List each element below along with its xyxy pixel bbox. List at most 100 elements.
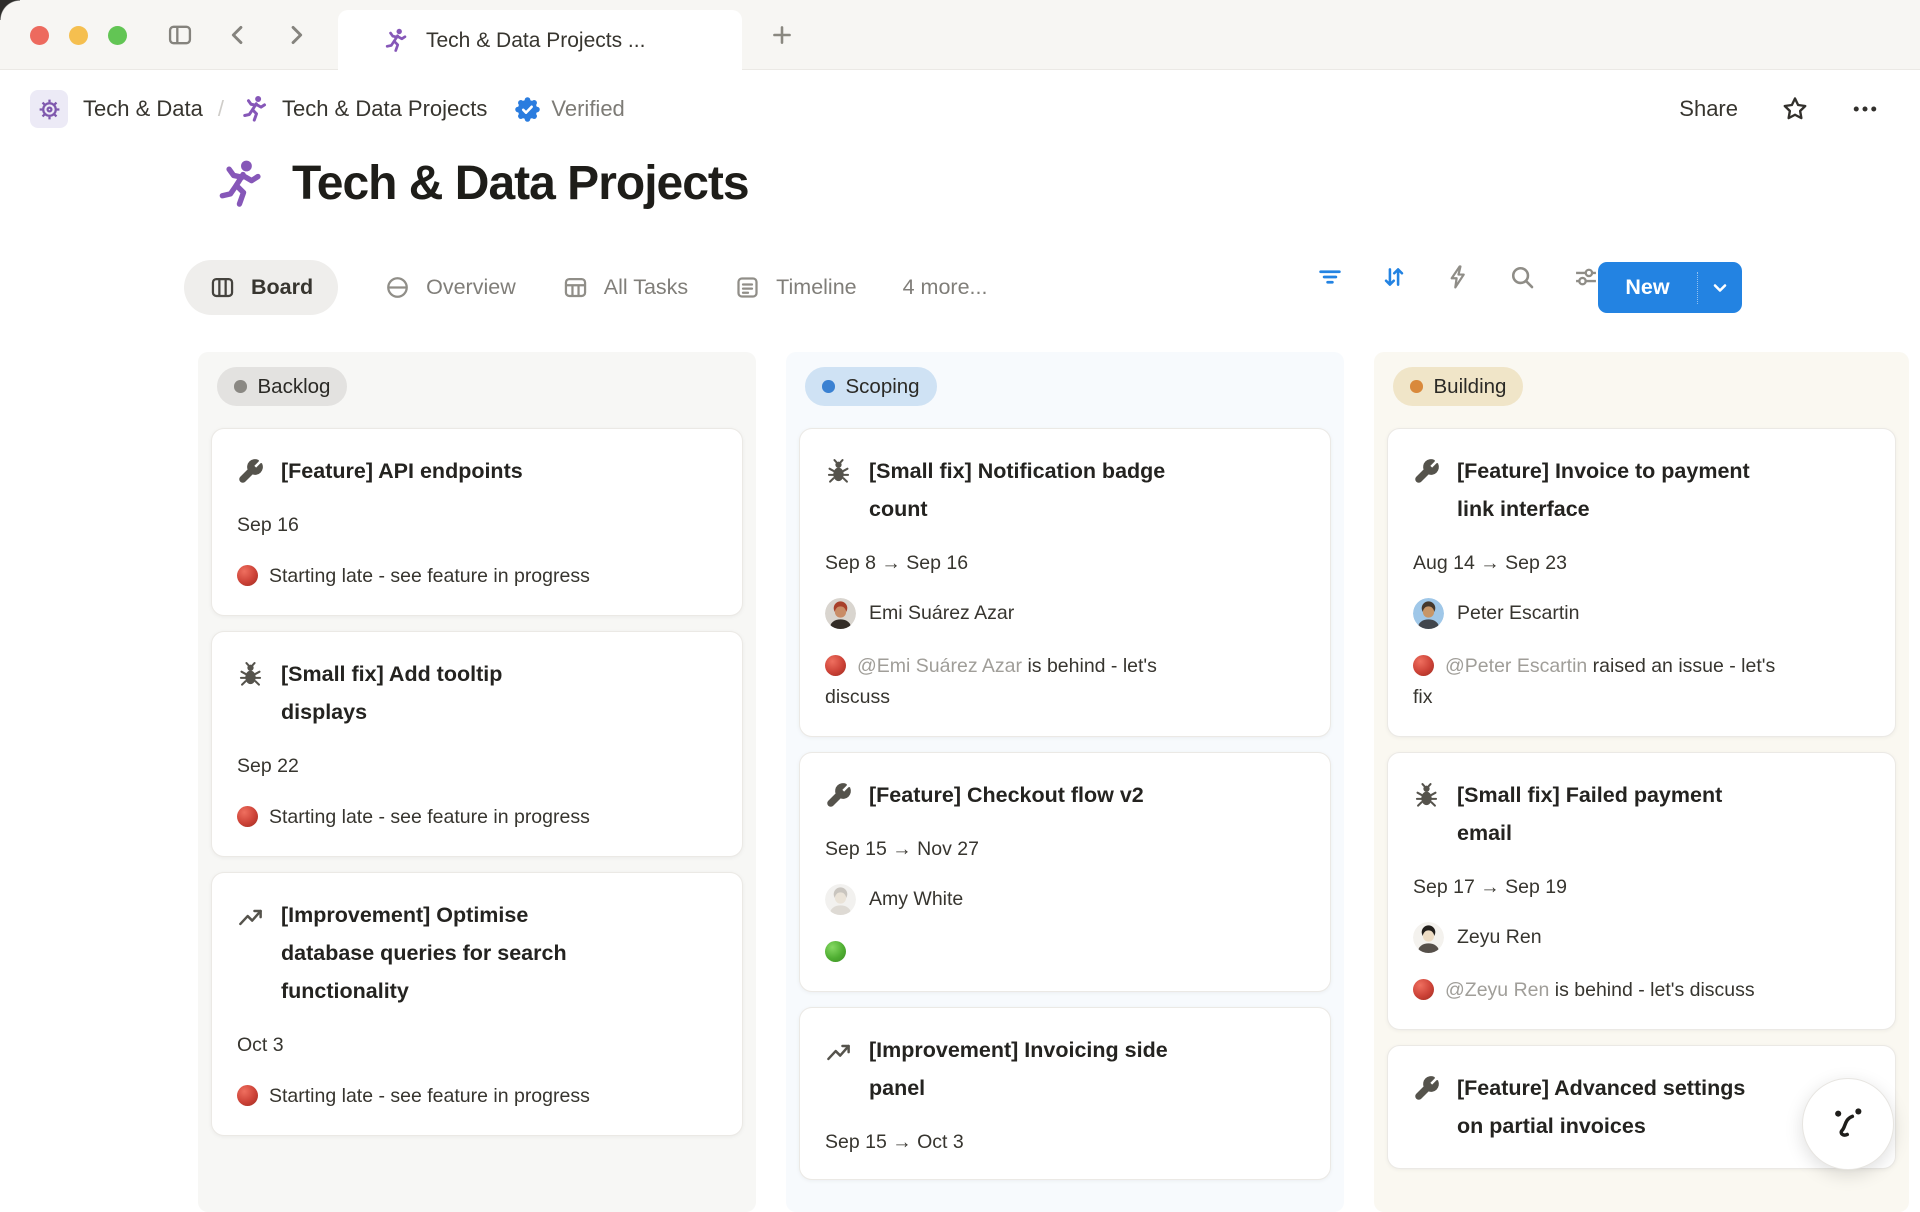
board-card[interactable]: [Small fix] Add tooltip displaysSep 22St… (211, 631, 743, 857)
share-button[interactable]: Share (1679, 96, 1738, 122)
tab-title: Tech & Data Projects ... (426, 29, 645, 53)
tab-board[interactable]: Board (184, 260, 338, 315)
status-mention[interactable]: @Zeyu Ren (1445, 979, 1549, 1001)
view-tabs: Board Overview All Tasks Timeline 4 more… (184, 256, 987, 318)
assignee-name: Emi Suárez Azar (869, 602, 1014, 625)
new-dropdown-button[interactable] (1698, 276, 1742, 300)
table-icon (562, 274, 589, 301)
card-dates: Sep 16 (237, 512, 717, 539)
avatar (1413, 598, 1444, 629)
new-button[interactable]: New (1598, 262, 1742, 313)
card-status: Starting late - see feature in progress (237, 1081, 717, 1112)
board-card[interactable]: [Improvement] Invoicing side panelSep 15… (799, 1007, 1331, 1180)
filter-icon[interactable] (1316, 263, 1344, 291)
page-header: Tech & Data Projects (212, 156, 749, 211)
tab-overview[interactable]: Overview (384, 274, 516, 301)
breadcrumb-page[interactable]: Tech & Data Projects (282, 96, 487, 122)
card-dates: Oct 3 (237, 1032, 717, 1059)
ai-face-icon (1824, 1100, 1872, 1148)
card-assignee: Emi Suárez Azar (825, 598, 1305, 629)
gear-icon (36, 96, 63, 123)
new-button-label: New (1598, 275, 1697, 300)
breadcrumb-workspace[interactable]: Tech & Data (83, 96, 203, 122)
status-text: Starting late - see feature in progress (269, 565, 590, 587)
card-status (825, 937, 1305, 968)
status-mention[interactable]: @Peter Escartin (1445, 655, 1587, 677)
card-dates: Sep 8 → Sep 16 (825, 550, 1305, 577)
runner-icon (382, 27, 409, 54)
verified-label: Verified (551, 96, 624, 122)
minimize-window-button[interactable] (69, 26, 88, 45)
breadcrumb-separator: / (218, 96, 224, 122)
more-options-icon[interactable] (1850, 94, 1880, 124)
notion-ai-button[interactable] (1802, 1078, 1894, 1170)
board-card[interactable]: [Small fix] Failed payment emailSep 17 →… (1387, 752, 1896, 1030)
board-card[interactable]: [Improvement] Optimise database queries … (211, 872, 743, 1136)
avatar (825, 598, 856, 629)
card-status: Starting late - see feature in progress (237, 561, 717, 592)
chevron-down-icon (1708, 276, 1732, 300)
card-title: [Small fix] Notification badge count (869, 452, 1165, 528)
workspace-icon-chip[interactable] (30, 90, 68, 128)
status-dot-red (1413, 655, 1434, 676)
search-icon[interactable] (1508, 263, 1536, 291)
column-status-dot (822, 380, 835, 393)
favorite-star-icon[interactable] (1780, 94, 1810, 124)
verified-badge-icon (514, 96, 541, 123)
wrench-icon (237, 458, 264, 485)
forward-button[interactable] (282, 21, 310, 49)
card-assignee: Peter Escartin (1413, 598, 1870, 629)
assignee-name: Zeyu Ren (1457, 926, 1542, 949)
column-header-pill[interactable]: Scoping (805, 367, 937, 406)
card-status: Starting late - see feature in progress (237, 802, 717, 833)
bug-icon (825, 458, 852, 485)
view-settings-icon[interactable] (1572, 263, 1600, 291)
board-column-scoping: Scoping [Small fix] Notification badge co… (786, 352, 1344, 1212)
card-assignee: Zeyu Ren (1413, 922, 1870, 953)
back-button[interactable] (224, 21, 252, 49)
column-name: Building (1434, 375, 1507, 399)
runner-icon (239, 94, 269, 124)
browser-tab-bar: Tech & Data Projects ... (0, 0, 1920, 70)
sidebar-toggle-icon[interactable] (166, 21, 194, 49)
board-card[interactable]: [Small fix] Notification badge count Sep … (799, 428, 1331, 737)
tab-timeline[interactable]: Timeline (734, 274, 856, 301)
card-title: [Feature] Invoice to payment link interf… (1457, 452, 1750, 528)
close-window-button[interactable] (30, 26, 49, 45)
new-tab-button[interactable] (768, 21, 796, 49)
board: Backlog [Feature] API endpointsSep 16Star… (198, 352, 1909, 1212)
column-header-pill[interactable]: Building (1393, 367, 1523, 406)
more-views-button[interactable]: 4 more... (903, 275, 988, 300)
status-dot-red (1413, 979, 1434, 1000)
column-status-dot (1410, 380, 1423, 393)
window-corner (0, 0, 20, 20)
bug-icon (237, 661, 264, 688)
zoom-window-button[interactable] (108, 26, 127, 45)
column-header-pill[interactable]: Backlog (217, 367, 347, 406)
status-dot-green (825, 941, 846, 962)
wrench-icon (825, 782, 852, 809)
card-dates: Sep 17 → Sep 19 (1413, 874, 1870, 901)
card-title: [Improvement] Invoicing side panel (869, 1031, 1168, 1107)
timeline-view-icon (734, 274, 761, 301)
avatar (1413, 922, 1444, 953)
breadcrumb: Tech & Data / Tech & Data Projects Verif… (0, 70, 1920, 148)
status-text: is behind - let's discuss (1549, 979, 1754, 1001)
bug-icon (1413, 782, 1440, 809)
tab-all-tasks[interactable]: All Tasks (562, 274, 688, 301)
trend-icon (825, 1037, 852, 1064)
active-tab[interactable]: Tech & Data Projects ... (338, 10, 742, 71)
automation-bolt-icon[interactable] (1444, 263, 1472, 291)
status-text: Starting late - see feature in progress (269, 1085, 590, 1107)
board-card[interactable]: [Feature] API endpointsSep 16Starting la… (211, 428, 743, 616)
column-name: Backlog (258, 375, 331, 399)
status-mention[interactable]: @Emi Suárez Azar (857, 655, 1022, 677)
view-label: Overview (426, 275, 516, 300)
card-dates: Sep 22 (237, 753, 717, 780)
trend-icon (237, 902, 264, 929)
board-card[interactable]: [Feature] Invoice to payment link interf… (1387, 428, 1896, 737)
page-icon-runner[interactable] (212, 157, 266, 211)
sort-icon[interactable] (1380, 263, 1408, 291)
board-card[interactable]: [Feature] Checkout flow v2Sep 15 → Nov 2… (799, 752, 1331, 992)
status-dot-red (825, 655, 846, 676)
